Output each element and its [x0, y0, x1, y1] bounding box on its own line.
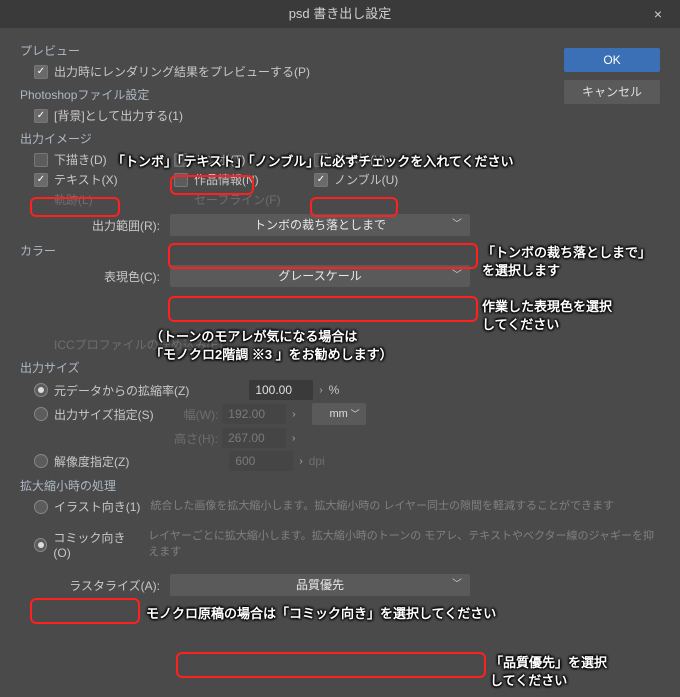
res-unit: dpi [309, 454, 325, 468]
chevron-right-icon: › [286, 409, 301, 420]
tombo-checkbox[interactable] [174, 153, 188, 167]
illust-desc: 統合した画像を拡大縮小します。拡大縮小時の レイヤー同士の隙間を軽減することがで… [150, 499, 614, 514]
raster-select[interactable]: 品質優先 ﹀ [170, 574, 470, 596]
size-label: 出力サイズ指定(S) [54, 406, 154, 423]
text-label: テキスト(X) [54, 171, 118, 188]
group-outsize: 出力サイズ [20, 359, 660, 376]
group-resize: 拡大縮小時の処理 [20, 477, 660, 494]
range-label: 出力範囲(R): [20, 217, 170, 234]
basic-checkbox[interactable] [314, 153, 328, 167]
express-label: 表現色(C): [20, 268, 170, 285]
preview-render-checkbox[interactable] [34, 65, 48, 79]
express-select[interactable]: グレースケール ﹀ [170, 265, 470, 287]
chevron-down-icon: ﹀ [452, 265, 462, 287]
draft-checkbox[interactable] [34, 153, 48, 167]
height-input: 267.00 [222, 428, 286, 448]
window-title: psd 書き出し設定 [289, 6, 392, 21]
range-value: トンボの裁ち落としまで [254, 218, 386, 232]
chevron-down-icon: ﹀ [351, 403, 360, 425]
workinfo-checkbox[interactable] [174, 173, 188, 187]
scale-radio[interactable] [34, 383, 48, 397]
titlebar: psd 書き出し設定 × [0, 0, 680, 28]
nombre-label: ノンブル(U) [334, 171, 398, 188]
scale-unit: % [329, 383, 340, 397]
raster-label: ラスタライズ(A): [20, 577, 170, 594]
scale-label: 元データからの拡縮率(Z) [54, 382, 189, 399]
width-input: 192.00 [222, 404, 286, 424]
tombo-label: トンボ(T) [194, 151, 245, 168]
raster-value: 品質優先 [296, 578, 344, 592]
group-color: カラー [20, 242, 660, 259]
comic-radio[interactable] [34, 538, 47, 552]
group-psfile: Photoshopファイル設定 [20, 86, 660, 103]
size-radio[interactable] [34, 407, 48, 421]
unit-select[interactable]: mm ﹀ [312, 403, 366, 425]
chevron-down-icon: ﹀ [452, 214, 462, 236]
redbox-raster [176, 652, 486, 678]
res-input: 600 [229, 451, 293, 471]
draft-label: 下描き(D) [54, 151, 107, 168]
illust-radio[interactable] [34, 500, 48, 514]
text-checkbox[interactable] [34, 173, 48, 187]
chevron-right-icon: › [293, 456, 308, 467]
bg-checkbox[interactable] [34, 109, 48, 123]
unit-value: mm [329, 408, 347, 420]
workinfo-label: 作品情報(N) [194, 171, 259, 188]
nombre-checkbox[interactable] [314, 173, 328, 187]
chevron-right-icon: › [313, 385, 328, 396]
close-button[interactable]: × [644, 0, 672, 28]
comic-label: コミック向き(O) [53, 529, 138, 560]
basic-label: 基本枠(Y) [334, 151, 386, 168]
anno-raster: 「品質優先」を選択 してください [490, 654, 607, 689]
width-label: 幅(W): [184, 406, 219, 423]
comic-desc: レイヤーごとに拡大縮小します。拡大縮小時のトーンの モアレ、テキストやベクター線… [148, 529, 660, 560]
group-preview: プレビュー [20, 42, 660, 59]
chevron-right-icon: › [286, 433, 301, 444]
scale-input[interactable]: 100.00 [249, 380, 313, 400]
res-label: 解像度指定(Z) [54, 453, 129, 470]
express-value: グレースケール [278, 269, 361, 283]
range-select[interactable]: トンボの裁ち落としまで ﹀ [170, 214, 470, 236]
illust-label: イラスト向き(1) [54, 498, 140, 515]
res-radio[interactable] [34, 454, 48, 468]
chevron-down-icon: ﹀ [452, 574, 462, 596]
trajectory-label: 軌跡(L) [54, 191, 93, 208]
group-outimg: 出力イメージ [20, 130, 660, 147]
icc-label: ICCプロファイルの埋め込み(E) [54, 336, 223, 353]
bg-label: [背景]として出力する(1) [54, 107, 183, 124]
preview-render-label: 出力時にレンダリング結果をプレビューする(P) [54, 63, 310, 80]
height-label: 高さ(H): [174, 430, 218, 447]
safeline-label: セーフライン(F) [194, 191, 281, 208]
